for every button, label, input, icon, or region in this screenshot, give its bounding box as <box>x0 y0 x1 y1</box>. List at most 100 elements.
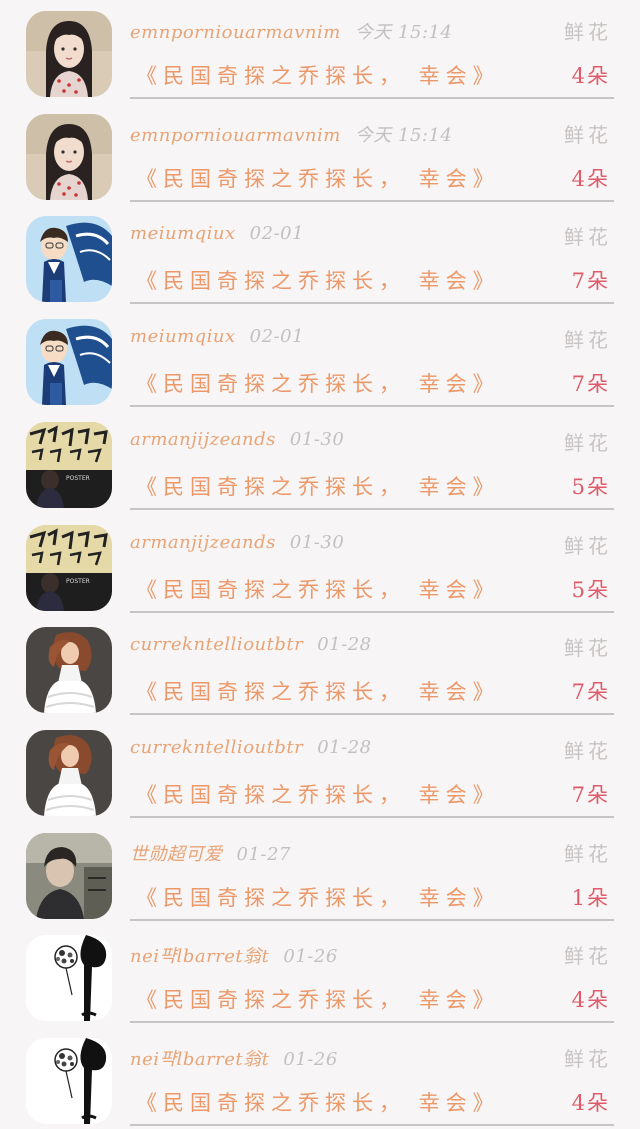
gift-type-label: 鲜花 <box>564 122 612 147</box>
username[interactable]: armanjijzeands <box>130 532 276 553</box>
username[interactable]: emnporniouarmavnim <box>130 22 341 43</box>
list-item-content: meiumqiux 02-01 鲜花 《民国奇探之乔探长， 幸会》 7朵 <box>130 205 614 305</box>
timestamp: 今天 15:14 <box>354 124 453 146</box>
avatar-anime[interactable] <box>26 319 112 406</box>
username[interactable]: nei퍅lbarret翁t <box>130 946 269 967</box>
list-item-meta: 世勋超可爱 01-27 <box>130 840 291 866</box>
gift-count: 4朵 <box>571 64 610 88</box>
list-item[interactable]: meiumqiux 02-01 鲜花 《民国奇探之乔探长， 幸会》 7朵 <box>0 205 640 307</box>
list-item-content: meiumqiux 02-01 鲜花 《民国奇探之乔探长， 幸会》 7朵 <box>130 308 614 408</box>
list-item-content: currekntellioutbtr 01-28 鲜花 《民国奇探之乔探长， 幸会… <box>130 616 614 716</box>
gift-type-label: 鲜花 <box>564 944 612 969</box>
list-item[interactable]: POSTER armanjijzeands 01-30 鲜花 《民国奇探之乔探长，… <box>0 411 640 513</box>
avatar-girl[interactable] <box>26 11 112 97</box>
book-title[interactable]: 《民国奇探之乔探长， 幸会》 <box>136 779 500 809</box>
timestamp: 02-01 <box>249 326 305 348</box>
gift-count: 4朵 <box>571 988 610 1013</box>
list-item[interactable]: currekntellioutbtr 01-28 鲜花 《民国奇探之乔探长， 幸会… <box>0 616 640 718</box>
list-item[interactable]: meiumqiux 02-01 鲜花 《民国奇探之乔探长， 幸会》 7朵 <box>0 308 640 410</box>
username[interactable]: armanjijzeands <box>130 429 276 450</box>
gift-count: 4朵 <box>571 1091 610 1115</box>
timestamp: 今天 15:14 <box>354 22 453 43</box>
list-item-content: armanjijzeands 01-30 鲜花 《民国奇探之乔探长， 幸会》 5朵 <box>130 514 614 613</box>
gift-type-label: 鲜花 <box>564 430 612 455</box>
gift-count: 5朵 <box>571 577 610 602</box>
gift-type-label: 鲜花 <box>564 328 612 353</box>
avatar-man[interactable] <box>26 832 112 919</box>
list-item[interactable]: currekntellioutbtr 01-28 鲜花 《民国奇探之乔探长， 幸会… <box>0 719 640 821</box>
list-item-content: 世勋超可爱 01-27 鲜花 《民国奇探之乔探长， 幸会》 1朵 <box>130 822 614 921</box>
gift-count: 1朵 <box>571 885 610 910</box>
username[interactable]: meiumqiux <box>130 326 236 347</box>
list-item-meta: nei퍅lbarret翁t 01-26 <box>130 942 338 968</box>
list-item-meta: armanjijzeands 01-30 <box>130 532 344 553</box>
username[interactable]: emnporniouarmavnim <box>130 125 341 146</box>
list-item[interactable]: nei퍅lbarret翁t 01-26 鲜花 《民国奇探之乔探长， 幸会》 4朵 <box>0 1027 640 1129</box>
book-title[interactable]: 《民国奇探之乔探长， 幸会》 <box>136 368 500 398</box>
book-title[interactable]: 《民国奇探之乔探长， 幸会》 <box>136 163 500 193</box>
list-item-meta: armanjijzeands 01-30 <box>130 429 344 450</box>
gift-count: 7朵 <box>571 372 610 397</box>
username[interactable]: 世勋超可爱 <box>130 844 223 865</box>
book-title[interactable]: 《民国奇探之乔探长， 幸会》 <box>136 882 500 912</box>
list-item-meta: meiumqiux 02-01 <box>130 326 304 347</box>
list-item-meta: emnporniouarmavnim 今天 15:14 <box>130 121 452 147</box>
avatar-poster[interactable]: POSTER <box>26 421 112 508</box>
svg-text:POSTER: POSTER <box>66 578 90 585</box>
avatar-sketch[interactable] <box>26 935 112 1022</box>
avatar-anime[interactable] <box>26 216 112 303</box>
list-item[interactable]: 世勋超可爱 01-27 鲜花 《民国奇探之乔探长， 幸会》 1朵 <box>0 822 640 924</box>
timestamp: 01-28 <box>317 634 372 656</box>
list-item[interactable]: POSTER armanjijzeands 01-30 鲜花 《民国奇探之乔探长，… <box>0 514 640 616</box>
gift-type-label: 鲜花 <box>564 841 612 866</box>
list-item-meta: nei퍅lbarret翁t 01-26 <box>130 1045 338 1071</box>
list-item[interactable]: emnporniouarmavnim 今天 15:14 鲜花 《民国奇探之乔探长，… <box>0 0 640 102</box>
list-item[interactable]: emnporniouarmavnim 今天 15:14 鲜花 《民国奇探之乔探长，… <box>0 103 640 205</box>
book-title[interactable]: 《民国奇探之乔探长， 幸会》 <box>136 1087 500 1117</box>
book-title[interactable]: 《民国奇探之乔探长， 幸会》 <box>136 984 500 1014</box>
username[interactable]: currekntellioutbtr <box>130 737 303 758</box>
timestamp: 01-27 <box>236 843 291 865</box>
timestamp: 01-26 <box>283 1049 338 1070</box>
avatar-dress[interactable] <box>26 627 112 714</box>
username[interactable]: nei퍅lbarret翁t <box>130 1049 269 1070</box>
gift-type-label: 鲜花 <box>564 533 612 558</box>
gift-count: 5朵 <box>571 474 610 499</box>
list-item-content: currekntellioutbtr 01-28 鲜花 《民国奇探之乔探长， 幸会… <box>130 719 614 818</box>
gift-record-list: emnporniouarmavnim 今天 15:14 鲜花 《民国奇探之乔探长，… <box>0 0 640 1126</box>
timestamp: 02-01 <box>249 223 305 245</box>
gift-count: 7朵 <box>571 782 610 807</box>
list-item[interactable]: nei퍅lbarret翁t 01-26 鲜花 《民国奇探之乔探长， 幸会》 4朵 <box>0 924 640 1026</box>
list-item-meta: currekntellioutbtr 01-28 <box>130 634 372 655</box>
timestamp: 01-30 <box>289 428 345 450</box>
list-item-content: nei퍅lbarret翁t 01-26 鲜花 《民国奇探之乔探长， 幸会》 4朵 <box>130 924 614 1024</box>
gift-type-label: 鲜花 <box>564 636 612 661</box>
avatar-dress[interactable] <box>26 729 112 816</box>
book-title[interactable]: 《民国奇探之乔探长， 幸会》 <box>136 574 500 604</box>
username[interactable]: meiumqiux <box>130 223 236 244</box>
timestamp: 01-30 <box>289 531 345 553</box>
book-title[interactable]: 《民国奇探之乔探长， 幸会》 <box>136 265 500 295</box>
list-item-content: nei퍅lbarret翁t 01-26 鲜花 《民国奇探之乔探长， 幸会》 4朵 <box>130 1027 614 1126</box>
list-item-meta: meiumqiux 02-01 <box>130 223 304 244</box>
svg-text:POSTER: POSTER <box>66 475 90 482</box>
username[interactable]: currekntellioutbtr <box>130 634 303 655</box>
gift-type-label: 鲜花 <box>564 738 612 763</box>
avatar-girl[interactable] <box>26 113 112 200</box>
gift-count: 7朵 <box>571 269 610 294</box>
book-title[interactable]: 《民国奇探之乔探长， 幸会》 <box>136 676 500 706</box>
gift-type-label: 鲜花 <box>564 20 612 44</box>
gift-type-label: 鲜花 <box>564 225 612 250</box>
gift-count: 4朵 <box>571 166 610 191</box>
list-item-content: emnporniouarmavnim 今天 15:14 鲜花 《民国奇探之乔探长，… <box>130 0 614 99</box>
book-title[interactable]: 《民国奇探之乔探长， 幸会》 <box>136 471 500 501</box>
gift-count: 7朵 <box>571 680 610 705</box>
timestamp: 01-26 <box>283 946 338 968</box>
avatar-sketch[interactable] <box>26 1038 112 1124</box>
book-title[interactable]: 《民国奇探之乔探长， 幸会》 <box>136 60 500 90</box>
avatar-poster[interactable]: POSTER <box>26 524 112 611</box>
gift-type-label: 鲜花 <box>564 1047 612 1071</box>
list-item-meta: currekntellioutbtr 01-28 <box>130 737 372 758</box>
timestamp: 01-28 <box>317 736 372 758</box>
list-item-meta: emnporniouarmavnim 今天 15:14 <box>130 18 452 44</box>
